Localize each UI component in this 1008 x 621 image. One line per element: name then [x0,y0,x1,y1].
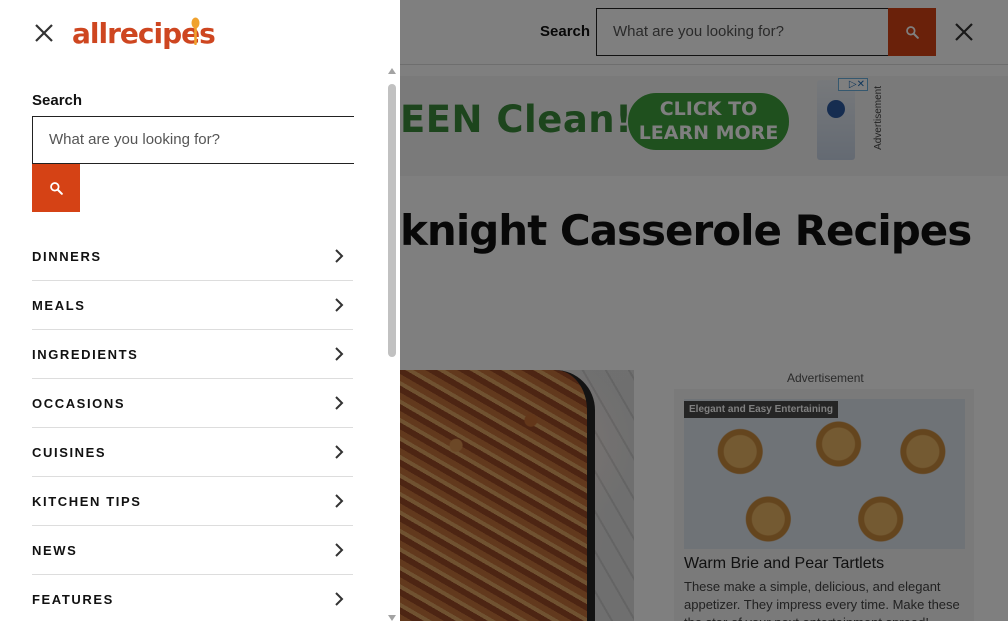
chevron-right-icon [335,396,344,410]
scrollbar-thumb[interactable] [388,84,396,357]
nav-item-label: MEALS [32,297,86,313]
nav-item-label: DINNERS [32,248,102,264]
chevron-right-icon [335,445,344,459]
nav-item-cuisines[interactable]: CUISINES [32,428,353,477]
nav-item-dinners[interactable]: DINNERS [32,232,353,281]
nav-item-ingredients[interactable]: INGREDIENTS [32,330,353,379]
nav-item-label: KITCHEN TIPS [32,493,142,509]
nav-item-label: INGREDIENTS [32,346,139,362]
chevron-right-icon [335,543,344,557]
nav-item-meals[interactable]: MEALS [32,281,353,330]
nav-item-occasions[interactable]: OCCASIONS [32,379,353,428]
drawer-search-input[interactable]: What are you looking for? [32,116,354,164]
nav-item-label: CUISINES [32,444,107,460]
nav-item-label: NEWS [32,542,78,558]
close-icon[interactable] [32,21,56,45]
nav-item-features[interactable]: FEATURES [32,575,353,621]
drawer-search-button[interactable] [32,164,80,212]
nav-item-label: OCCASIONS [32,395,126,411]
nav-drawer: allrecipes Search What are you looking f… [0,0,400,621]
chevron-right-icon [335,298,344,312]
nav-item-news[interactable]: NEWS [32,526,353,575]
scroll-down-arrow[interactable] [388,615,396,621]
drawer-scrollbar[interactable] [386,64,399,621]
chevron-right-icon [335,249,344,263]
chevron-right-icon [335,347,344,361]
spoon-logo-icon [191,17,200,45]
search-icon [50,182,63,195]
nav-item-label: FEATURES [32,591,114,607]
drawer-search-label: Search [32,92,83,109]
chevron-right-icon [335,494,344,508]
chevron-right-icon [335,592,344,606]
drawer-nav: DINNERS MEALS INGREDIENTS OCCASIONS CUIS… [32,232,353,621]
scroll-up-arrow[interactable] [388,68,396,74]
nav-item-kitchen-tips[interactable]: KITCHEN TIPS [32,477,353,526]
